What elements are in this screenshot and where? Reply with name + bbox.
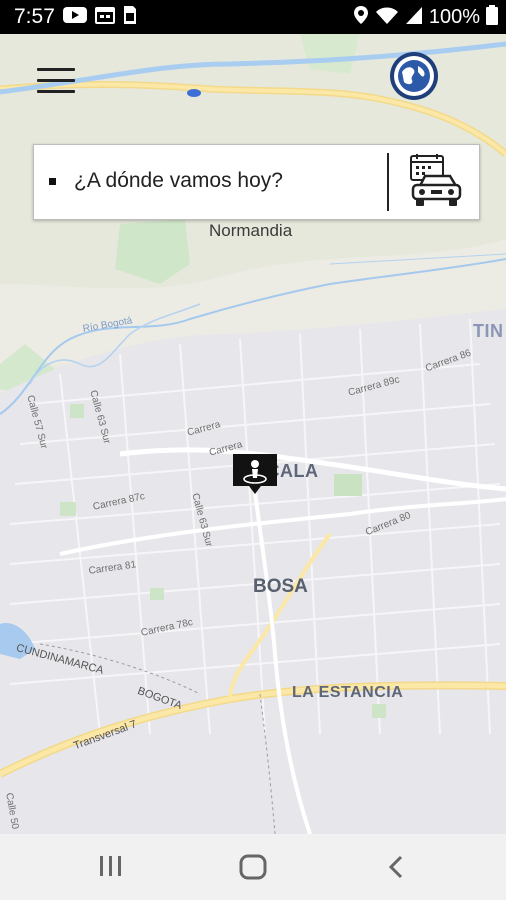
- hamburger-menu-icon[interactable]: [37, 68, 75, 96]
- label-bosa: BOSA: [253, 576, 308, 597]
- battery-percent: 100%: [428, 5, 480, 28]
- label-normandia: Normandia: [209, 221, 293, 240]
- scheduled-car-icon[interactable]: [404, 154, 464, 211]
- menu-line: [37, 79, 75, 82]
- back-icon[interactable]: [386, 854, 406, 885]
- youtube-icon: [62, 6, 87, 29]
- label-la-estancia: LA ESTANCIA: [292, 684, 404, 701]
- divider: [387, 153, 389, 211]
- menu-line: [37, 68, 75, 71]
- calendar-icon: [94, 6, 115, 29]
- home-icon[interactable]: [239, 854, 267, 885]
- user-location-pin-icon[interactable]: [231, 452, 279, 496]
- status-bar: 7:57 100%: [0, 0, 506, 34]
- bullet-icon: [49, 178, 56, 185]
- destination-search-box[interactable]: ¿A dónde vamos hoy?: [33, 144, 480, 220]
- label-tin: TIN: [473, 321, 504, 341]
- destination-search-input[interactable]: ¿A dónde vamos hoy?: [74, 169, 283, 193]
- wifi-icon: [375, 5, 399, 30]
- android-nav-bar: [0, 834, 506, 900]
- signal-icon: [405, 5, 423, 30]
- menu-line: [37, 90, 75, 93]
- recent-apps-icon[interactable]: [98, 854, 124, 883]
- status-time: 7:57: [14, 5, 55, 28]
- location-icon: [353, 5, 369, 30]
- battery-icon: [486, 4, 498, 30]
- globe-logo-icon[interactable]: [388, 50, 440, 102]
- status-right: 100%: [353, 0, 498, 34]
- sim-icon: [123, 5, 137, 30]
